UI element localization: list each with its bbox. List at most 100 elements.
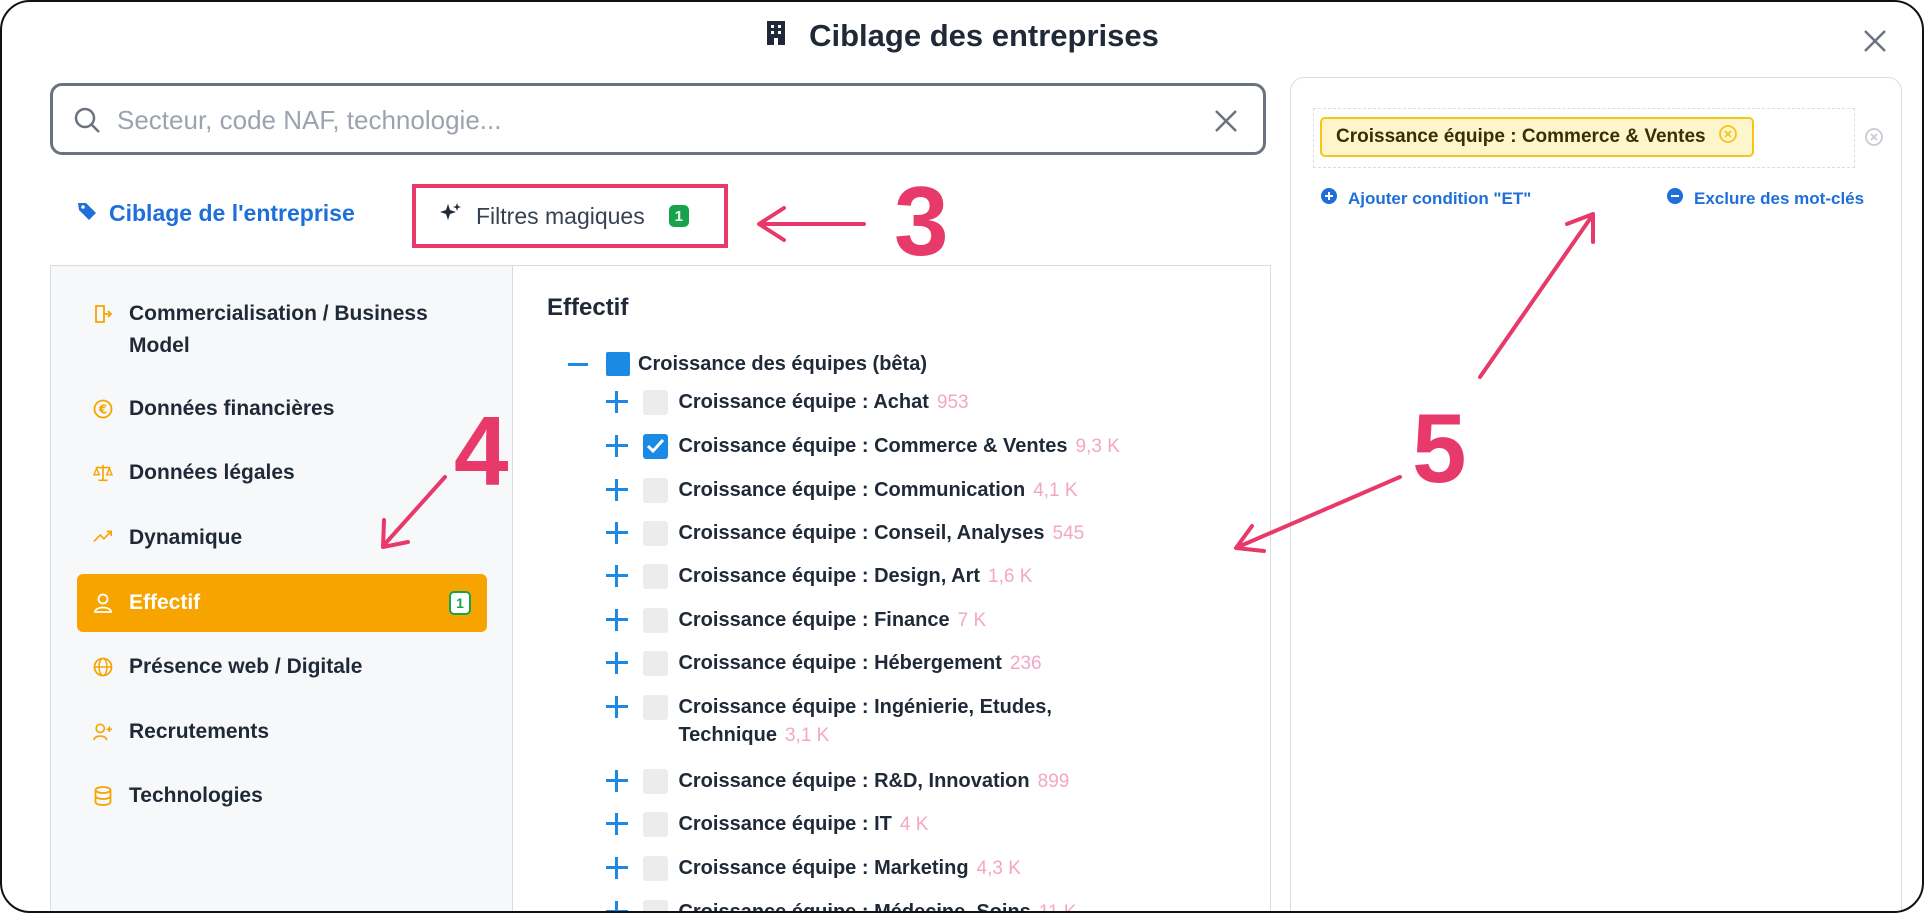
tab-ciblage-label: Ciblage de l'entreprise [109, 200, 355, 226]
filter-checkbox[interactable] [643, 434, 669, 459]
filter-item[interactable]: Croissance équipe : Ingénierie, Etudes, … [606, 693, 1166, 750]
user-icon [93, 593, 113, 613]
filter-checkbox[interactable] [643, 390, 669, 415]
filter-item-count: 11 K [1038, 902, 1077, 913]
filter-checkbox[interactable] [643, 608, 669, 633]
expand-plus-icon[interactable] [606, 435, 629, 457]
filter-item[interactable]: Croissance équipe : Commerce & Ventes 9,3… [606, 432, 1166, 461]
filter-item-label: Croissance équipe : Commerce & Ventes [678, 435, 1068, 457]
filter-checkbox[interactable] [643, 695, 669, 720]
expand-plus-icon[interactable] [606, 696, 629, 718]
filter-item-text: Croissance équipe : Finance 7 K [678, 606, 1166, 635]
filter-item-count: 899 [1037, 771, 1070, 792]
category-donnees-financieres[interactable]: € Données financières [77, 393, 487, 425]
section-title: Effectif [547, 294, 629, 321]
close-icon[interactable] [1862, 28, 1892, 58]
filter-item[interactable]: Croissance équipe : Design, Art 1,6 K [606, 562, 1166, 591]
category-presence-web[interactable]: Présence web / Digitale [77, 651, 487, 683]
filter-item-text: Croissance équipe : Médecine, Soins 11 K [678, 898, 1166, 913]
expand-plus-icon[interactable] [606, 652, 629, 674]
filter-item-count: 3,1 K [784, 725, 830, 746]
selected-filter-chip[interactable]: Croissance équipe : Commerce & Ventes [1320, 117, 1754, 157]
group-label: Croissance des équipes (bêta) [638, 352, 927, 375]
filter-item[interactable]: Croissance équipe : Hébergement 236 [606, 649, 1166, 678]
remove-chip-icon[interactable] [1718, 124, 1738, 150]
filter-item-label: Croissance équipe : Design, Art [678, 565, 981, 587]
expand-plus-icon[interactable] [606, 522, 629, 544]
category-label: Technologies [129, 784, 263, 807]
tab-filtres-magiques[interactable]: Filtres magiques 1 [412, 184, 728, 248]
filter-checkbox[interactable] [643, 651, 669, 676]
category-label: Présence web / Digitale [129, 655, 363, 678]
category-recrutements[interactable]: Recrutements [77, 716, 487, 748]
door-exit-icon [93, 304, 113, 324]
group-checkbox[interactable] [606, 352, 630, 376]
category-label: Effectif [129, 591, 201, 614]
filter-item-text: Croissance équipe : Marketing 4,3 K [678, 854, 1166, 883]
filter-checkbox[interactable] [643, 900, 669, 911]
category-label: Recrutements [129, 720, 270, 743]
check-icon [647, 438, 665, 454]
expand-plus-icon[interactable] [606, 770, 629, 792]
expand-plus-icon[interactable] [606, 391, 629, 413]
minus-circle-icon [1666, 187, 1684, 210]
chip-label: Croissance équipe : Commerce & Ventes [1336, 126, 1706, 147]
category-technologies[interactable]: Technologies [77, 780, 487, 812]
scales-icon [93, 463, 113, 483]
tab-ciblage-entreprise[interactable]: Ciblage de l'entreprise [77, 200, 355, 227]
annotation-number-4: 4 [454, 396, 509, 506]
modal-frame: Ciblage des entreprises Ciblage de l'ent… [0, 0, 1924, 913]
category-dynamique[interactable]: Dynamique [77, 522, 487, 554]
filter-item-label: Croissance équipe : R&D, Innovation [678, 770, 1030, 792]
search-input[interactable] [115, 100, 1169, 140]
filter-item-text: Croissance équipe : IT 4 K [678, 810, 1166, 839]
clear-search-icon[interactable] [1213, 108, 1239, 139]
filter-item[interactable]: Croissance équipe : R&D, Innovation 899 [606, 767, 1166, 796]
search-icon [73, 106, 101, 139]
filter-checkbox[interactable] [643, 769, 669, 794]
filter-item[interactable]: Croissance équipe : Communication 4,1 K [606, 476, 1166, 505]
add-and-condition-link[interactable]: Ajouter condition "ET" [1320, 187, 1531, 210]
expand-plus-icon[interactable] [606, 901, 629, 911]
filter-item[interactable]: Croissance équipe : Médecine, Soins 11 K [606, 898, 1166, 913]
exclude-label: Exclure des mot-clés [1694, 188, 1865, 208]
filter-item-count: 9,3 K [1075, 436, 1120, 457]
filter-item[interactable]: Croissance équipe : Finance 7 K [606, 606, 1166, 635]
search-box [50, 83, 1266, 155]
filter-item[interactable]: Croissance équipe : Conseil, Analyses 545 [606, 519, 1166, 548]
category-effectif[interactable]: Effectif 1 [77, 574, 487, 632]
user-plus-icon [93, 722, 113, 742]
expand-plus-icon[interactable] [606, 565, 629, 587]
database-icon [93, 786, 113, 806]
filter-item[interactable]: Croissance équipe : Achat 953 [606, 388, 1166, 417]
filter-checkbox[interactable] [643, 564, 669, 589]
group-croissance-equipes[interactable]: Croissance des équipes (bêta) [568, 352, 927, 376]
filter-item[interactable]: Croissance équipe : IT 4 K [606, 810, 1166, 839]
filter-item-count: 4,1 K [1033, 480, 1078, 501]
expand-plus-icon[interactable] [606, 857, 629, 879]
plus-circle-icon [1320, 187, 1338, 210]
globe-icon [93, 657, 113, 677]
filter-checkbox[interactable] [643, 856, 669, 881]
filter-checkbox[interactable] [643, 812, 669, 837]
clear-all-icon[interactable] [1864, 127, 1884, 152]
expand-plus-icon[interactable] [606, 609, 629, 631]
sparkles-icon [440, 202, 462, 230]
expand-plus-icon[interactable] [606, 813, 629, 835]
category-donnees-legales[interactable]: Données légales [77, 457, 487, 489]
exclude-keywords-link[interactable]: Exclure des mot-clés [1666, 187, 1864, 210]
filter-item-label: Croissance équipe : Achat [678, 391, 929, 413]
expand-plus-icon[interactable] [606, 479, 629, 501]
trend-up-icon [93, 528, 113, 544]
arrow-to-magic-filters [757, 206, 866, 242]
filter-item-text: Croissance équipe : Communication 4,1 K [678, 476, 1166, 505]
filter-item-count: 236 [1009, 653, 1042, 674]
filter-checkbox[interactable] [643, 478, 669, 503]
filter-item[interactable]: Croissance équipe : Marketing 4,3 K [606, 854, 1166, 883]
filter-item-text: Croissance équipe : Ingénierie, Etudes, … [678, 693, 1166, 750]
category-commercialisation[interactable]: Commercialisation / Business Model [77, 298, 487, 362]
filter-checkbox[interactable] [643, 521, 669, 546]
filter-item-count: 4 K [899, 814, 929, 835]
category-label: Commercialisation / Business Model [129, 302, 428, 357]
collapse-icon[interactable] [568, 362, 588, 366]
